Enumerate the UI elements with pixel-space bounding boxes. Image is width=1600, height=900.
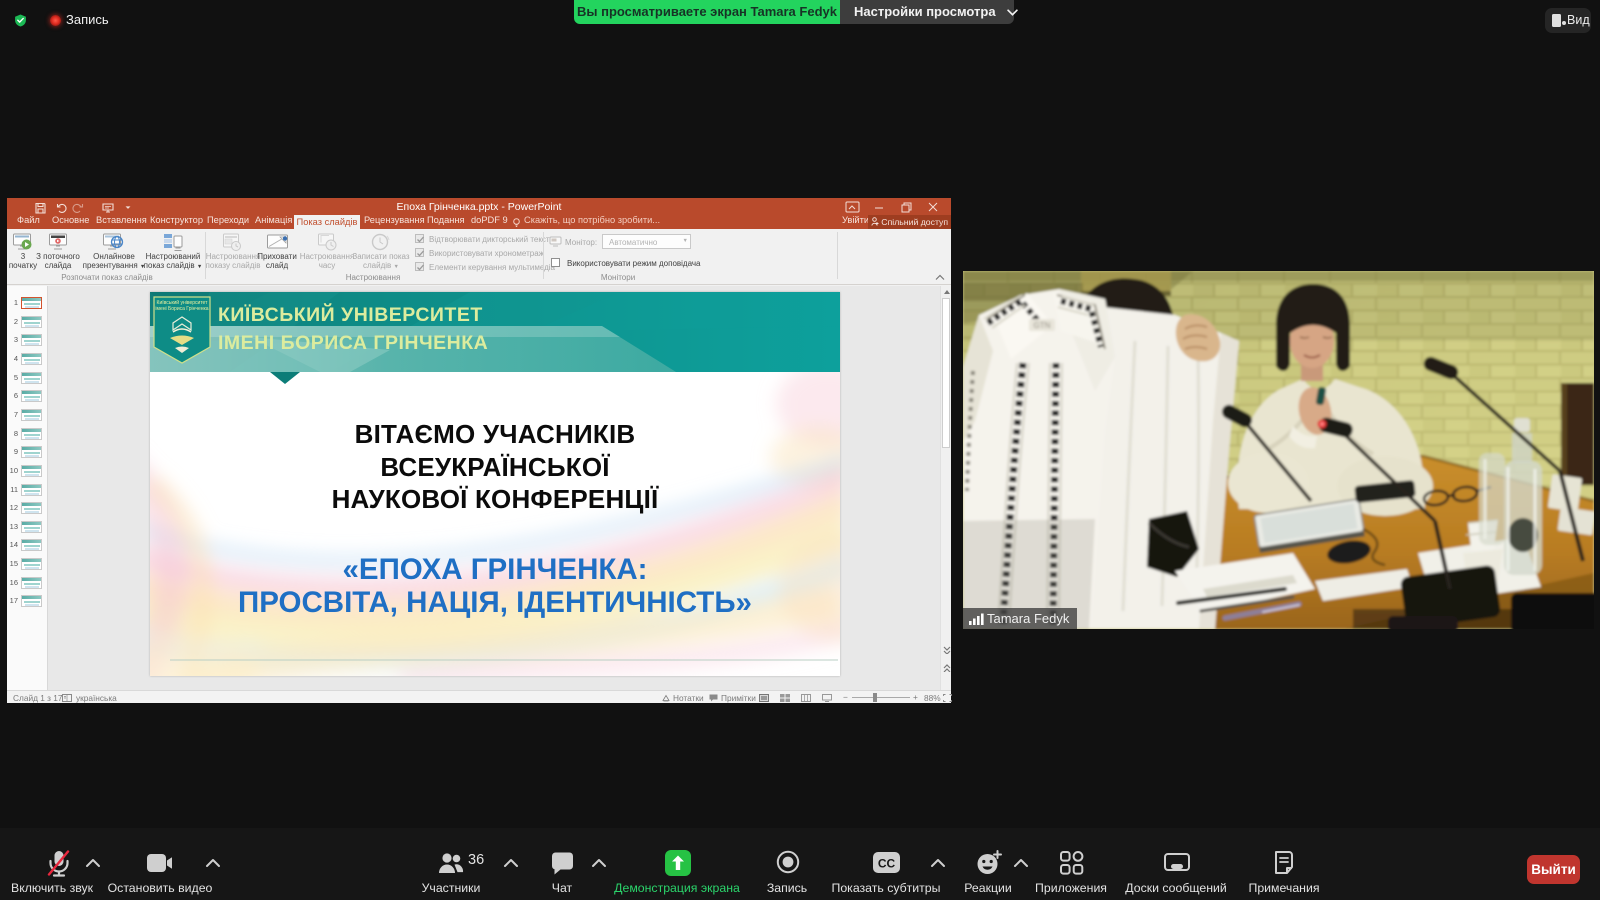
- svg-text:CC: CC: [878, 857, 896, 871]
- svg-text:Київський університет: Київський університет: [157, 299, 209, 306]
- svg-text:імені Бориса Грінченка: імені Бориса Грінченка: [155, 306, 208, 312]
- svg-text:КИЇВСЬКИЙ УНІВЕРСИТЕТ: КИЇВСЬКИЙ УНІВЕРСИТЕТ: [218, 302, 483, 326]
- svg-text:GTN: GTN: [1034, 321, 1051, 330]
- svg-text:ІМЕНІ БОРИСА ГРІНЧЕНКА: ІМЕНІ БОРИСА ГРІНЧЕНКА: [218, 332, 488, 354]
